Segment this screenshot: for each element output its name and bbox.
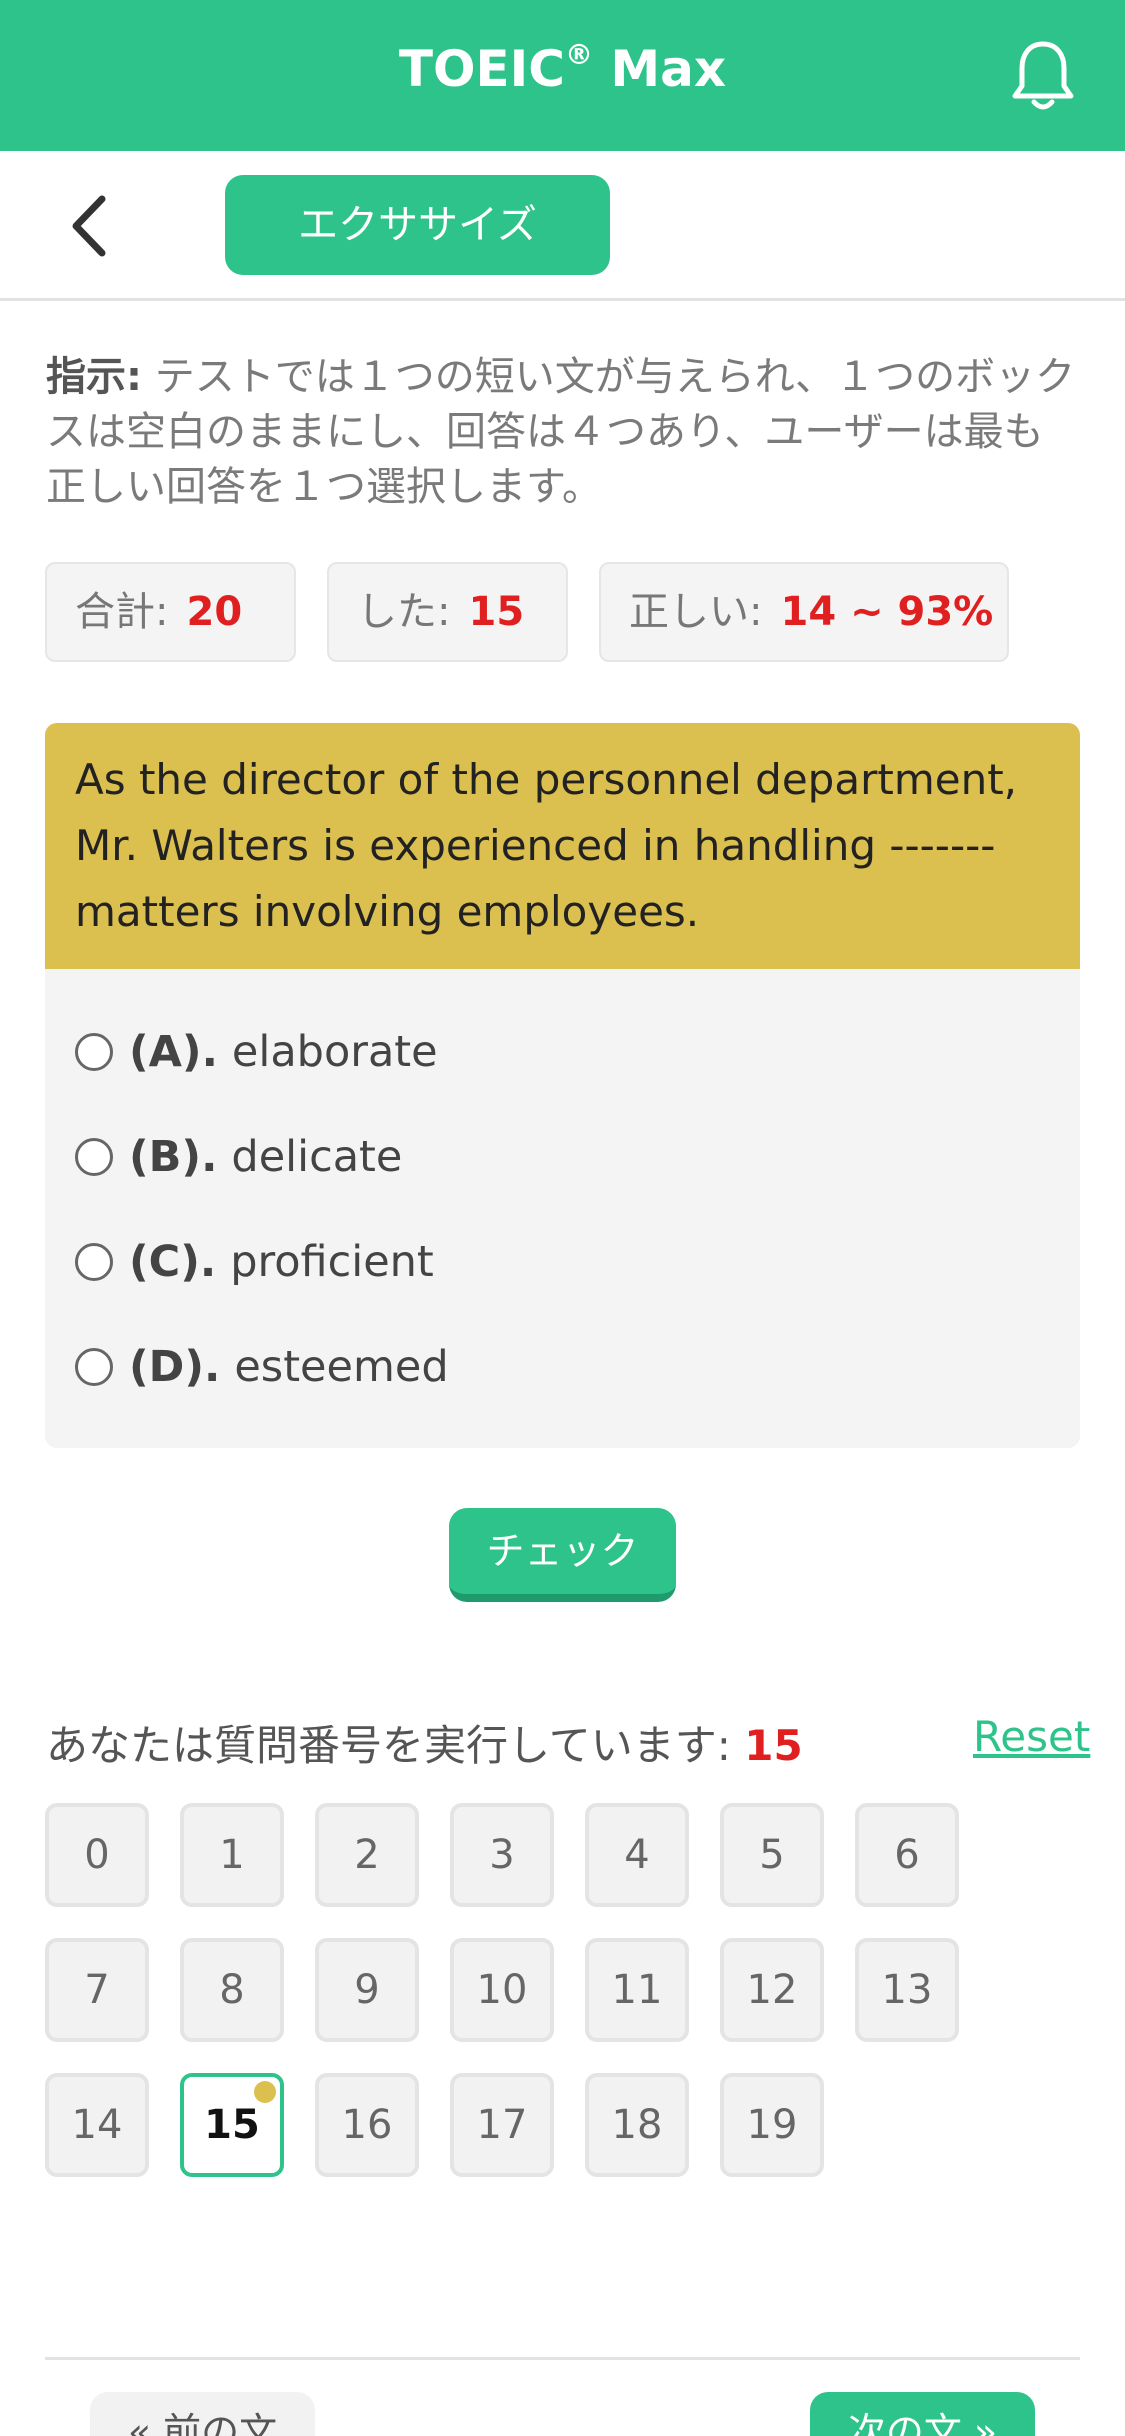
question-number-button[interactable]: 8	[180, 1938, 284, 2042]
question-card: As the director of the personnel departm…	[45, 723, 1080, 1448]
option-a[interactable]: (A). elaborate	[75, 1022, 438, 1082]
question-number-button[interactable]: 2	[315, 1803, 419, 1907]
current-indicator-dot	[254, 2081, 276, 2103]
question-number-button[interactable]: 18	[585, 2073, 689, 2177]
radio-d[interactable]	[75, 1348, 113, 1386]
prev-sentence-button[interactable]: « 前の文	[90, 2392, 315, 2436]
question-number-button[interactable]: 0	[45, 1803, 149, 1907]
running-question-label: あなたは質問番号を実行しています: 15	[46, 1721, 803, 1770]
question-text: As the director of the personnel departm…	[45, 723, 1080, 969]
reset-link[interactable]: Reset	[973, 1712, 1090, 1761]
stat-total: 合計: 20	[45, 562, 296, 662]
question-number-button[interactable]: 11	[585, 1938, 689, 2042]
question-number-button[interactable]: 5	[720, 1803, 824, 1907]
question-number-button[interactable]: 13	[855, 1938, 959, 2042]
question-number-button[interactable]: 14	[45, 2073, 149, 2177]
option-d[interactable]: (D). esteemed	[75, 1337, 449, 1397]
question-number-button[interactable]: 17	[450, 2073, 554, 2177]
question-number-button[interactable]: 12	[720, 1938, 824, 2042]
option-b[interactable]: (B). delicate	[75, 1127, 402, 1187]
check-button[interactable]: チェック	[449, 1508, 676, 1602]
question-number-button[interactable]: 10	[450, 1938, 554, 2042]
stat-correct: 正しい: 14 ~ 93%	[599, 562, 1009, 662]
question-number-button[interactable]: 19	[720, 2073, 824, 2177]
bell-icon[interactable]	[1008, 38, 1078, 114]
question-number-button[interactable]: 4	[585, 1803, 689, 1907]
stat-done: した: 15	[327, 562, 568, 662]
tab-exercise[interactable]: エクササイズ	[225, 175, 610, 275]
next-sentence-button[interactable]: 次の文 »	[810, 2392, 1035, 2436]
question-number-button[interactable]: 6	[855, 1803, 959, 1907]
question-number-button[interactable]: 3	[450, 1803, 554, 1907]
app-bar: TOEIC® Max	[0, 0, 1125, 151]
chevron-left-icon[interactable]	[64, 193, 114, 259]
sub-header: エクササイズ	[0, 151, 1125, 301]
question-number-button[interactable]: 9	[315, 1938, 419, 2042]
radio-c[interactable]	[75, 1243, 113, 1281]
radio-b[interactable]	[75, 1138, 113, 1176]
question-number-button[interactable]: 16	[315, 2073, 419, 2177]
question-number-button[interactable]: 1	[180, 1803, 284, 1907]
option-c[interactable]: (C). proficient	[75, 1232, 434, 1292]
question-number-current[interactable]: 15	[180, 2073, 284, 2177]
footer-divider	[45, 2357, 1080, 2360]
instruction-text: 指示: テストでは１つの短い文が与えられ、１つのボックスは空白のままにし、回答は…	[46, 354, 1076, 510]
radio-a[interactable]	[75, 1033, 113, 1071]
app-title: TOEIC® Max	[398, 38, 727, 98]
question-number-button[interactable]: 7	[45, 1938, 149, 2042]
